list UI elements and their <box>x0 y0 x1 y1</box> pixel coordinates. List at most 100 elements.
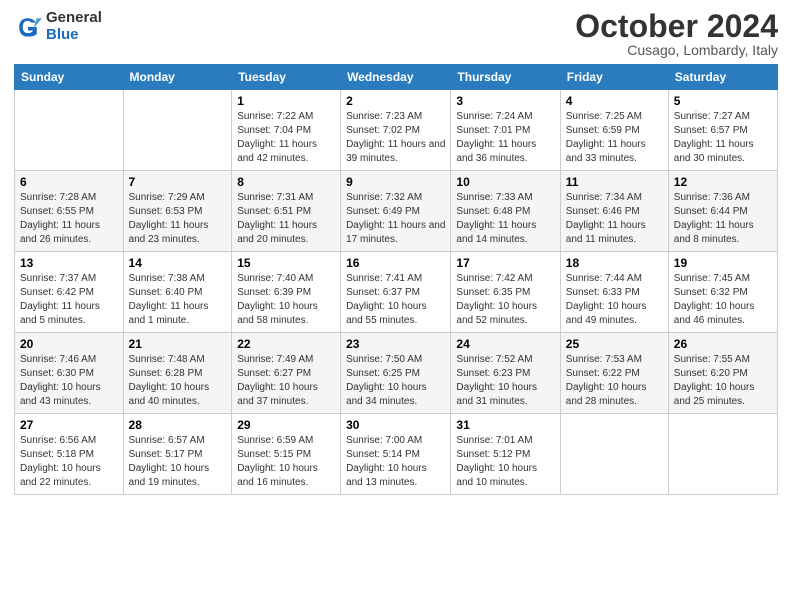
day-number: 25 <box>566 337 663 351</box>
day-number: 11 <box>566 175 663 189</box>
calendar-cell: 15 Sunrise: 7:40 AM Sunset: 6:39 PM Dayli… <box>232 252 341 333</box>
day-info: Sunrise: 7:23 AM Sunset: 7:02 PM Dayligh… <box>346 110 445 166</box>
calendar-cell: 31 Sunrise: 7:01 AM Sunset: 5:12 PM Dayli… <box>451 414 560 495</box>
calendar-cell: 10Sunrise: 7:33 AM Sunset: 6:48 PM Dayli… <box>451 171 560 252</box>
day-info: Sunrise: 7:50 AM Sunset: 6:25 PM Dayligh… <box>346 353 445 409</box>
calendar-cell: 29Sunrise: 6:59 AM Sunset: 5:15 PM Dayli… <box>232 414 341 495</box>
week-row-4: 20 Sunrise: 7:46 AM Sunset: 6:30 PM Dayli… <box>15 333 778 414</box>
calendar-cell: 9Sunrise: 7:32 AM Sunset: 6:49 PM Daylig… <box>341 171 451 252</box>
weekday-header-monday: Monday <box>123 65 232 90</box>
day-number: 17 <box>456 256 554 270</box>
logo-text: General Blue <box>46 10 102 43</box>
day-number: 19 <box>674 256 772 270</box>
day-info: Sunrise: 7:48 AM Sunset: 6:28 PM Dayligh… <box>129 353 227 409</box>
weekday-header-tuesday: Tuesday <box>232 65 341 90</box>
day-info: Sunrise: 7:24 AM Sunset: 7:01 PM Dayligh… <box>456 110 554 166</box>
calendar-cell: 6 Sunrise: 7:28 AM Sunset: 6:55 PM Daylig… <box>15 171 124 252</box>
calendar-cell: 16 Sunrise: 7:41 AM Sunset: 6:37 PM Dayli… <box>341 252 451 333</box>
header: General Blue October 2024 Cusago, Lombar… <box>14 10 778 58</box>
day-number: 9 <box>346 175 445 189</box>
calendar-cell: 18 Sunrise: 7:44 AM Sunset: 6:33 PM Dayli… <box>560 252 668 333</box>
logo-icon <box>14 13 42 41</box>
day-number: 26 <box>674 337 772 351</box>
day-info: Sunrise: 7:28 AM Sunset: 6:55 PM Dayligh… <box>20 191 118 247</box>
weekday-header-thursday: Thursday <box>451 65 560 90</box>
calendar-cell: 21 Sunrise: 7:48 AM Sunset: 6:28 PM Dayli… <box>123 333 232 414</box>
day-number: 23 <box>346 337 445 351</box>
calendar-cell <box>15 90 124 171</box>
day-number: 31 <box>456 418 554 432</box>
calendar-cell: 13 Sunrise: 7:37 AM Sunset: 6:42 PM Dayli… <box>15 252 124 333</box>
page: General Blue October 2024 Cusago, Lombar… <box>0 0 792 612</box>
day-info: Sunrise: 7:45 AM Sunset: 6:32 PM Dayligh… <box>674 272 772 328</box>
day-info: Sunrise: 7:37 AM Sunset: 6:42 PM Dayligh… <box>20 272 118 328</box>
day-number: 14 <box>129 256 227 270</box>
week-row-1: 1 Sunrise: 7:22 AM Sunset: 7:04 PM Daylig… <box>15 90 778 171</box>
day-number: 21 <box>129 337 227 351</box>
calendar-cell: 1 Sunrise: 7:22 AM Sunset: 7:04 PM Daylig… <box>232 90 341 171</box>
day-info: Sunrise: 7:55 AM Sunset: 6:20 PM Dayligh… <box>674 353 772 409</box>
calendar-cell: 5 Sunrise: 7:27 AM Sunset: 6:57 PM Daylig… <box>668 90 777 171</box>
calendar-cell <box>560 414 668 495</box>
week-row-5: 27Sunrise: 6:56 AM Sunset: 5:18 PM Dayli… <box>15 414 778 495</box>
day-number: 22 <box>237 337 335 351</box>
day-info: Sunrise: 7:42 AM Sunset: 6:35 PM Dayligh… <box>456 272 554 328</box>
calendar-cell: 11 Sunrise: 7:34 AM Sunset: 6:46 PM Dayli… <box>560 171 668 252</box>
calendar-cell: 8 Sunrise: 7:31 AM Sunset: 6:51 PM Daylig… <box>232 171 341 252</box>
day-info: Sunrise: 7:34 AM Sunset: 6:46 PM Dayligh… <box>566 191 663 247</box>
day-info: Sunrise: 7:22 AM Sunset: 7:04 PM Dayligh… <box>237 110 335 166</box>
calendar-cell: 25Sunrise: 7:53 AM Sunset: 6:22 PM Dayli… <box>560 333 668 414</box>
calendar-cell: 22 Sunrise: 7:49 AM Sunset: 6:27 PM Dayli… <box>232 333 341 414</box>
calendar-cell: 14 Sunrise: 7:38 AM Sunset: 6:40 PM Dayli… <box>123 252 232 333</box>
calendar-table: SundayMondayTuesdayWednesdayThursdayFrid… <box>14 64 778 495</box>
day-info: Sunrise: 7:41 AM Sunset: 6:37 PM Dayligh… <box>346 272 445 328</box>
day-number: 4 <box>566 94 663 108</box>
day-number: 6 <box>20 175 118 189</box>
day-number: 15 <box>237 256 335 270</box>
day-info: Sunrise: 7:25 AM Sunset: 6:59 PM Dayligh… <box>566 110 663 166</box>
day-info: Sunrise: 7:49 AM Sunset: 6:27 PM Dayligh… <box>237 353 335 409</box>
day-info: Sunrise: 7:01 AM Sunset: 5:12 PM Dayligh… <box>456 434 554 490</box>
day-info: Sunrise: 7:27 AM Sunset: 6:57 PM Dayligh… <box>674 110 772 166</box>
calendar-cell: 30Sunrise: 7:00 AM Sunset: 5:14 PM Dayli… <box>341 414 451 495</box>
day-number: 16 <box>346 256 445 270</box>
calendar-cell: 27Sunrise: 6:56 AM Sunset: 5:18 PM Dayli… <box>15 414 124 495</box>
calendar-cell <box>123 90 232 171</box>
day-number: 28 <box>129 418 227 432</box>
day-number: 8 <box>237 175 335 189</box>
calendar-cell: 24 Sunrise: 7:52 AM Sunset: 6:23 PM Dayli… <box>451 333 560 414</box>
day-info: Sunrise: 7:40 AM Sunset: 6:39 PM Dayligh… <box>237 272 335 328</box>
weekday-row: SundayMondayTuesdayWednesdayThursdayFrid… <box>15 65 778 90</box>
day-info: Sunrise: 7:46 AM Sunset: 6:30 PM Dayligh… <box>20 353 118 409</box>
day-number: 7 <box>129 175 227 189</box>
day-info: Sunrise: 7:44 AM Sunset: 6:33 PM Dayligh… <box>566 272 663 328</box>
day-number: 24 <box>456 337 554 351</box>
day-number: 2 <box>346 94 445 108</box>
calendar-cell: 4 Sunrise: 7:25 AM Sunset: 6:59 PM Daylig… <box>560 90 668 171</box>
day-info: Sunrise: 7:38 AM Sunset: 6:40 PM Dayligh… <box>129 272 227 328</box>
day-number: 12 <box>674 175 772 189</box>
calendar-body: 1 Sunrise: 7:22 AM Sunset: 7:04 PM Daylig… <box>15 90 778 495</box>
calendar-cell: 2 Sunrise: 7:23 AM Sunset: 7:02 PM Daylig… <box>341 90 451 171</box>
day-number: 5 <box>674 94 772 108</box>
day-info: Sunrise: 6:56 AM Sunset: 5:18 PM Dayligh… <box>20 434 118 490</box>
calendar-cell: 23 Sunrise: 7:50 AM Sunset: 6:25 PM Dayli… <box>341 333 451 414</box>
calendar-cell: 20 Sunrise: 7:46 AM Sunset: 6:30 PM Dayli… <box>15 333 124 414</box>
day-number: 10 <box>456 175 554 189</box>
day-number: 20 <box>20 337 118 351</box>
day-info: Sunrise: 7:31 AM Sunset: 6:51 PM Dayligh… <box>237 191 335 247</box>
day-info: Sunrise: 7:00 AM Sunset: 5:14 PM Dayligh… <box>346 434 445 490</box>
day-number: 13 <box>20 256 118 270</box>
week-row-2: 6 Sunrise: 7:28 AM Sunset: 6:55 PM Daylig… <box>15 171 778 252</box>
calendar-cell: 17 Sunrise: 7:42 AM Sunset: 6:35 PM Dayli… <box>451 252 560 333</box>
day-info: Sunrise: 7:29 AM Sunset: 6:53 PM Dayligh… <box>129 191 227 247</box>
day-info: Sunrise: 7:52 AM Sunset: 6:23 PM Dayligh… <box>456 353 554 409</box>
weekday-header-saturday: Saturday <box>668 65 777 90</box>
day-number: 1 <box>237 94 335 108</box>
calendar-cell: 12Sunrise: 7:36 AM Sunset: 6:44 PM Dayli… <box>668 171 777 252</box>
weekday-header-sunday: Sunday <box>15 65 124 90</box>
logo: General Blue <box>14 10 102 43</box>
day-number: 3 <box>456 94 554 108</box>
calendar-header: SundayMondayTuesdayWednesdayThursdayFrid… <box>15 65 778 90</box>
day-number: 18 <box>566 256 663 270</box>
